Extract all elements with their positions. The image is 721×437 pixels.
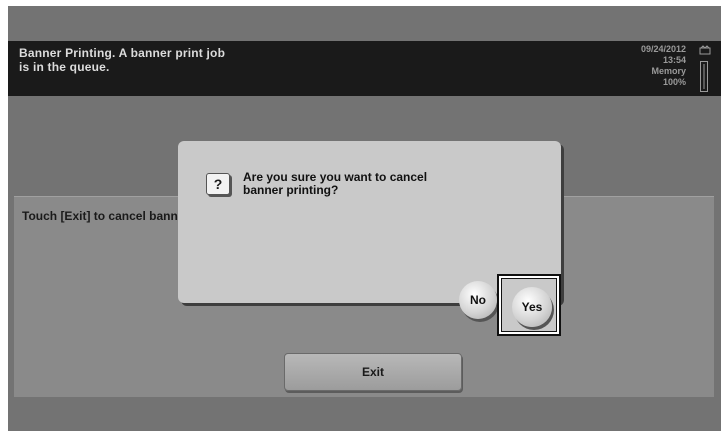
status-message: Banner Printing. A banner print job is i… [19, 46, 226, 74]
instruction-text: Touch [Exit] to cancel bann [22, 209, 178, 223]
status-header: Banner Printing. A banner print job is i… [8, 41, 721, 96]
memory-value: 100% [662, 77, 686, 87]
date-display: 09/24/2012 [640, 44, 686, 54]
memory-gauge-fill [703, 64, 705, 89]
dialog-message: Are you sure you want to cancel banner p… [243, 170, 428, 197]
question-icon: ? [206, 173, 230, 195]
yes-button[interactable]: Yes [512, 287, 552, 327]
exit-button[interactable]: Exit [284, 353, 462, 391]
memory-gauge [700, 61, 708, 92]
memory-label: Memory [651, 66, 686, 76]
no-button[interactable]: No [459, 281, 497, 319]
yes-button-focus-frame: Yes [497, 274, 561, 336]
toner-icon [699, 45, 711, 55]
panel-screen: Banner Printing. A banner print job is i… [8, 6, 721, 431]
status-info: 09/24/2012 13:54 Memory 100% [598, 44, 686, 88]
yes-button-frame-inner: Yes [501, 278, 557, 332]
time-display: 13:54 [662, 55, 686, 65]
